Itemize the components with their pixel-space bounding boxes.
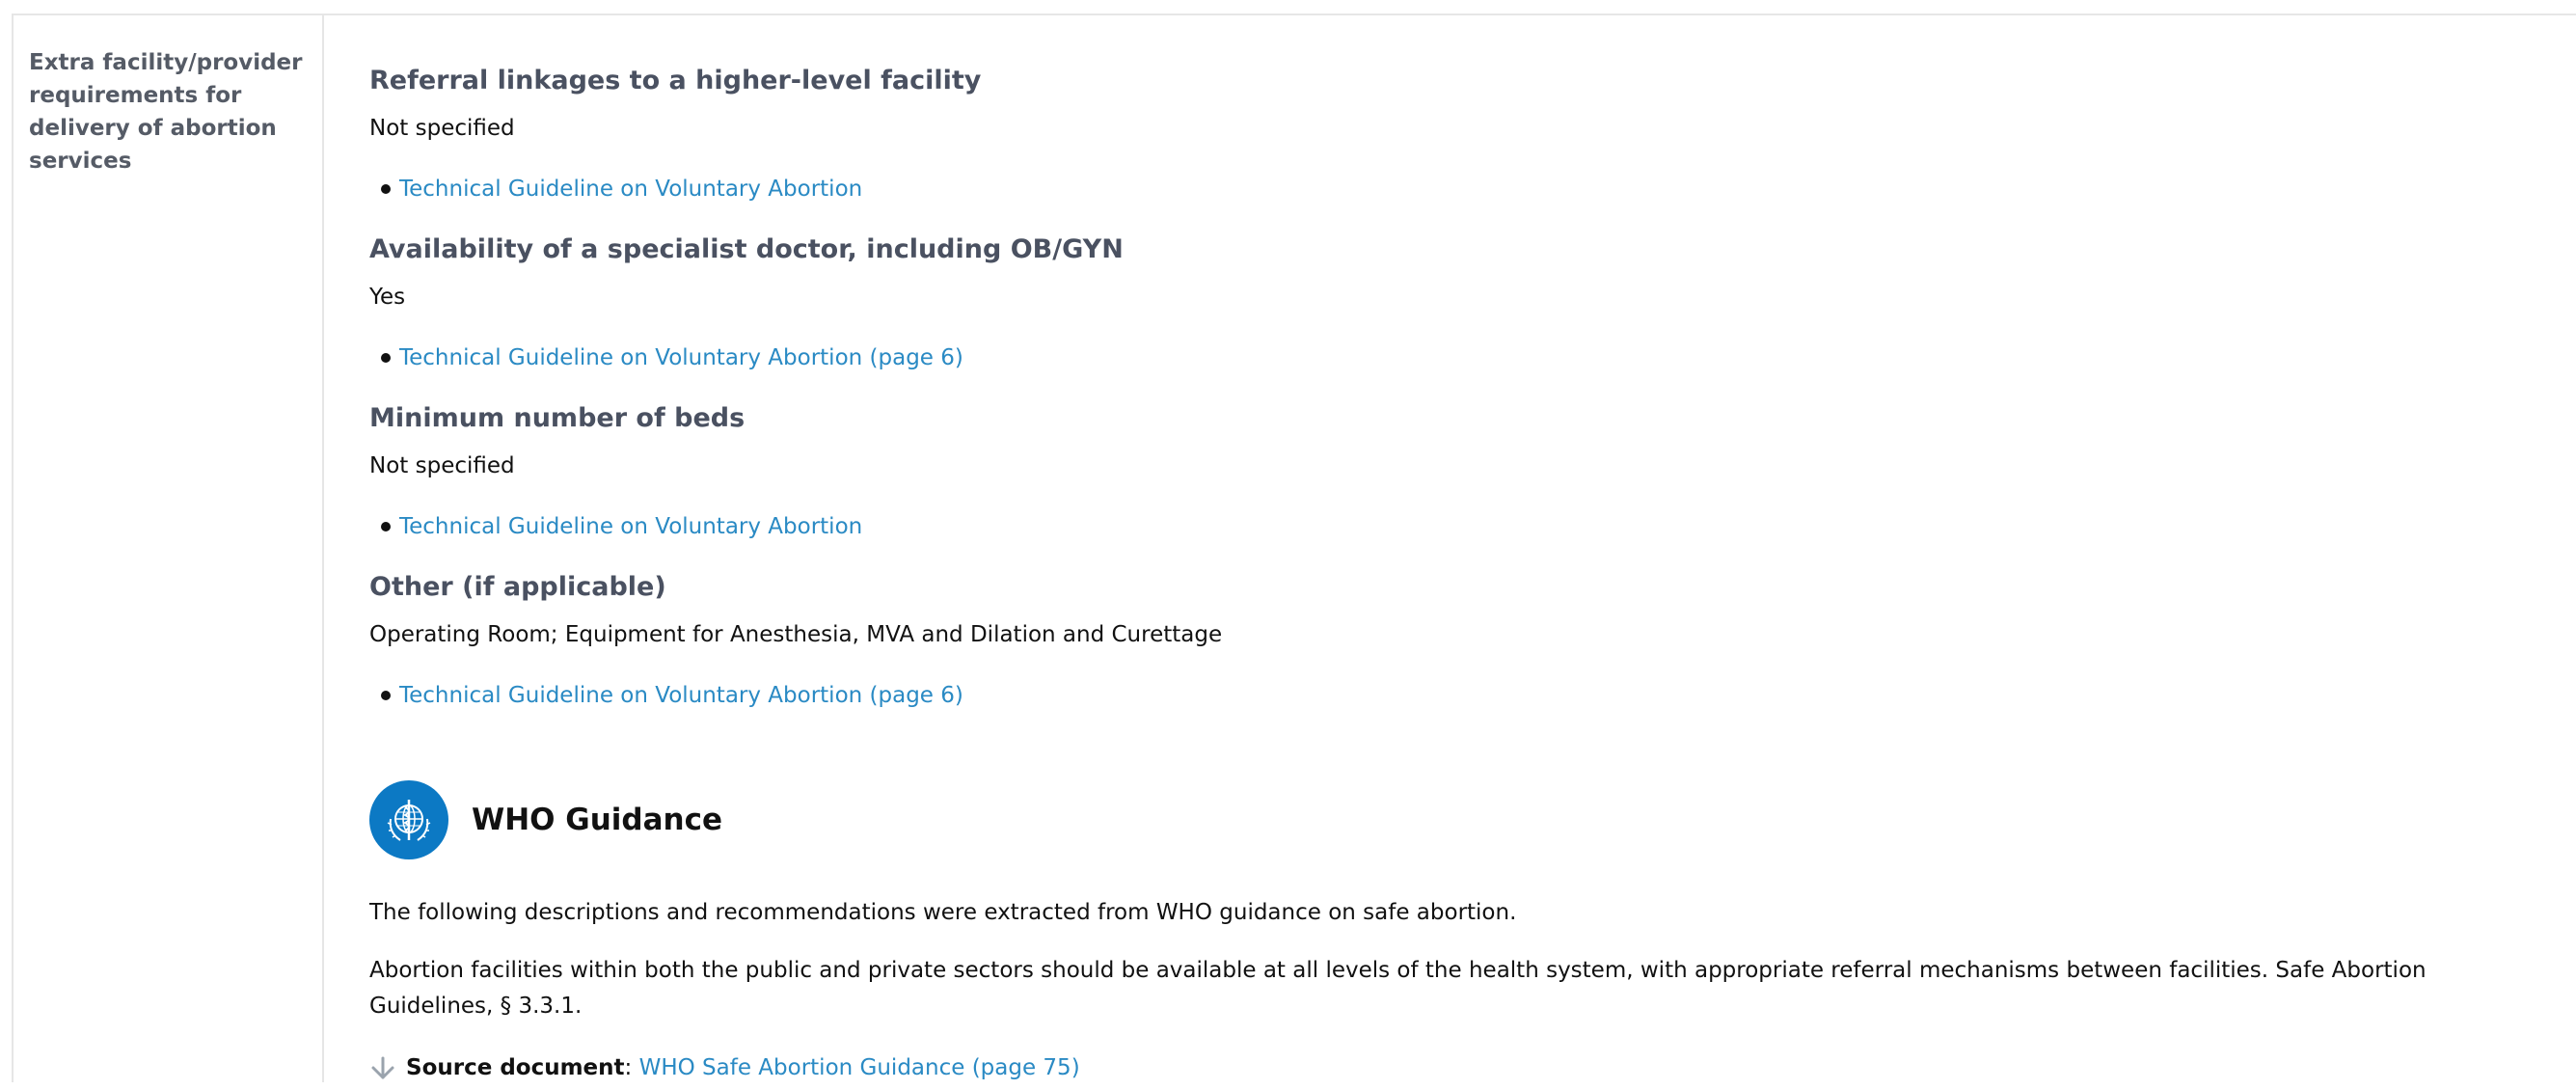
list-item: Technical Guideline on Voluntary Abortio… xyxy=(381,680,963,711)
section-title-beds: Minimum number of beds xyxy=(369,403,746,433)
reference-list: Technical Guideline on Voluntary Abortio… xyxy=(369,174,862,204)
section-title-other: Other (if applicable) xyxy=(369,572,666,602)
bullet-icon xyxy=(381,522,391,531)
who-emblem-icon xyxy=(369,780,448,859)
arrow-down-icon xyxy=(369,1054,396,1081)
who-guidance-title: WHO Guidance xyxy=(472,803,723,837)
source-link[interactable]: WHO Safe Abortion Guidance (page 75) xyxy=(639,1052,1080,1083)
section-title-referral: Referral linkages to a higher-level faci… xyxy=(369,66,982,95)
reference-link[interactable]: Technical Guideline on Voluntary Abortio… xyxy=(399,174,862,204)
reference-link[interactable]: Technical Guideline on Voluntary Abortio… xyxy=(399,511,862,542)
source-label: Source document xyxy=(406,1055,625,1080)
bullet-icon xyxy=(381,353,391,363)
list-item: Technical Guideline on Voluntary Abortio… xyxy=(381,511,862,542)
section-value-other: Operating Room; Equipment for Anesthesia… xyxy=(369,622,1223,647)
source-document: Source document: WHO Safe Abortion Guida… xyxy=(369,1052,1080,1083)
reference-list: Technical Guideline on Voluntary Abortio… xyxy=(369,342,963,373)
row-label-cell: Extra facility/provider requirements for… xyxy=(14,15,324,1082)
reference-list: Technical Guideline on Voluntary Abortio… xyxy=(369,511,862,542)
section-value-beds: Not specified xyxy=(369,453,515,478)
source-separator: : xyxy=(624,1055,633,1080)
requirements-table: Extra facility/provider requirements for… xyxy=(12,14,2576,1082)
who-guidance-header: WHO Guidance xyxy=(369,780,722,859)
section-title-specialist: Availability of a specialist doctor, inc… xyxy=(369,234,1124,264)
row-label: Extra facility/provider requirements for… xyxy=(29,50,303,174)
reference-link[interactable]: Technical Guideline on Voluntary Abortio… xyxy=(399,342,963,373)
list-item: Technical Guideline on Voluntary Abortio… xyxy=(381,174,862,204)
list-item: Technical Guideline on Voluntary Abortio… xyxy=(381,342,963,373)
bullet-icon xyxy=(381,184,391,194)
reference-list: Technical Guideline on Voluntary Abortio… xyxy=(369,680,963,711)
who-intro-text: The following descriptions and recommend… xyxy=(369,900,1517,925)
bullet-icon xyxy=(381,691,391,700)
reference-link[interactable]: Technical Guideline on Voluntary Abortio… xyxy=(399,680,963,711)
who-guidance-body: Abortion facilities within both the publ… xyxy=(369,958,2427,1019)
section-value-referral: Not specified xyxy=(369,116,515,141)
section-value-specialist: Yes xyxy=(369,285,406,310)
